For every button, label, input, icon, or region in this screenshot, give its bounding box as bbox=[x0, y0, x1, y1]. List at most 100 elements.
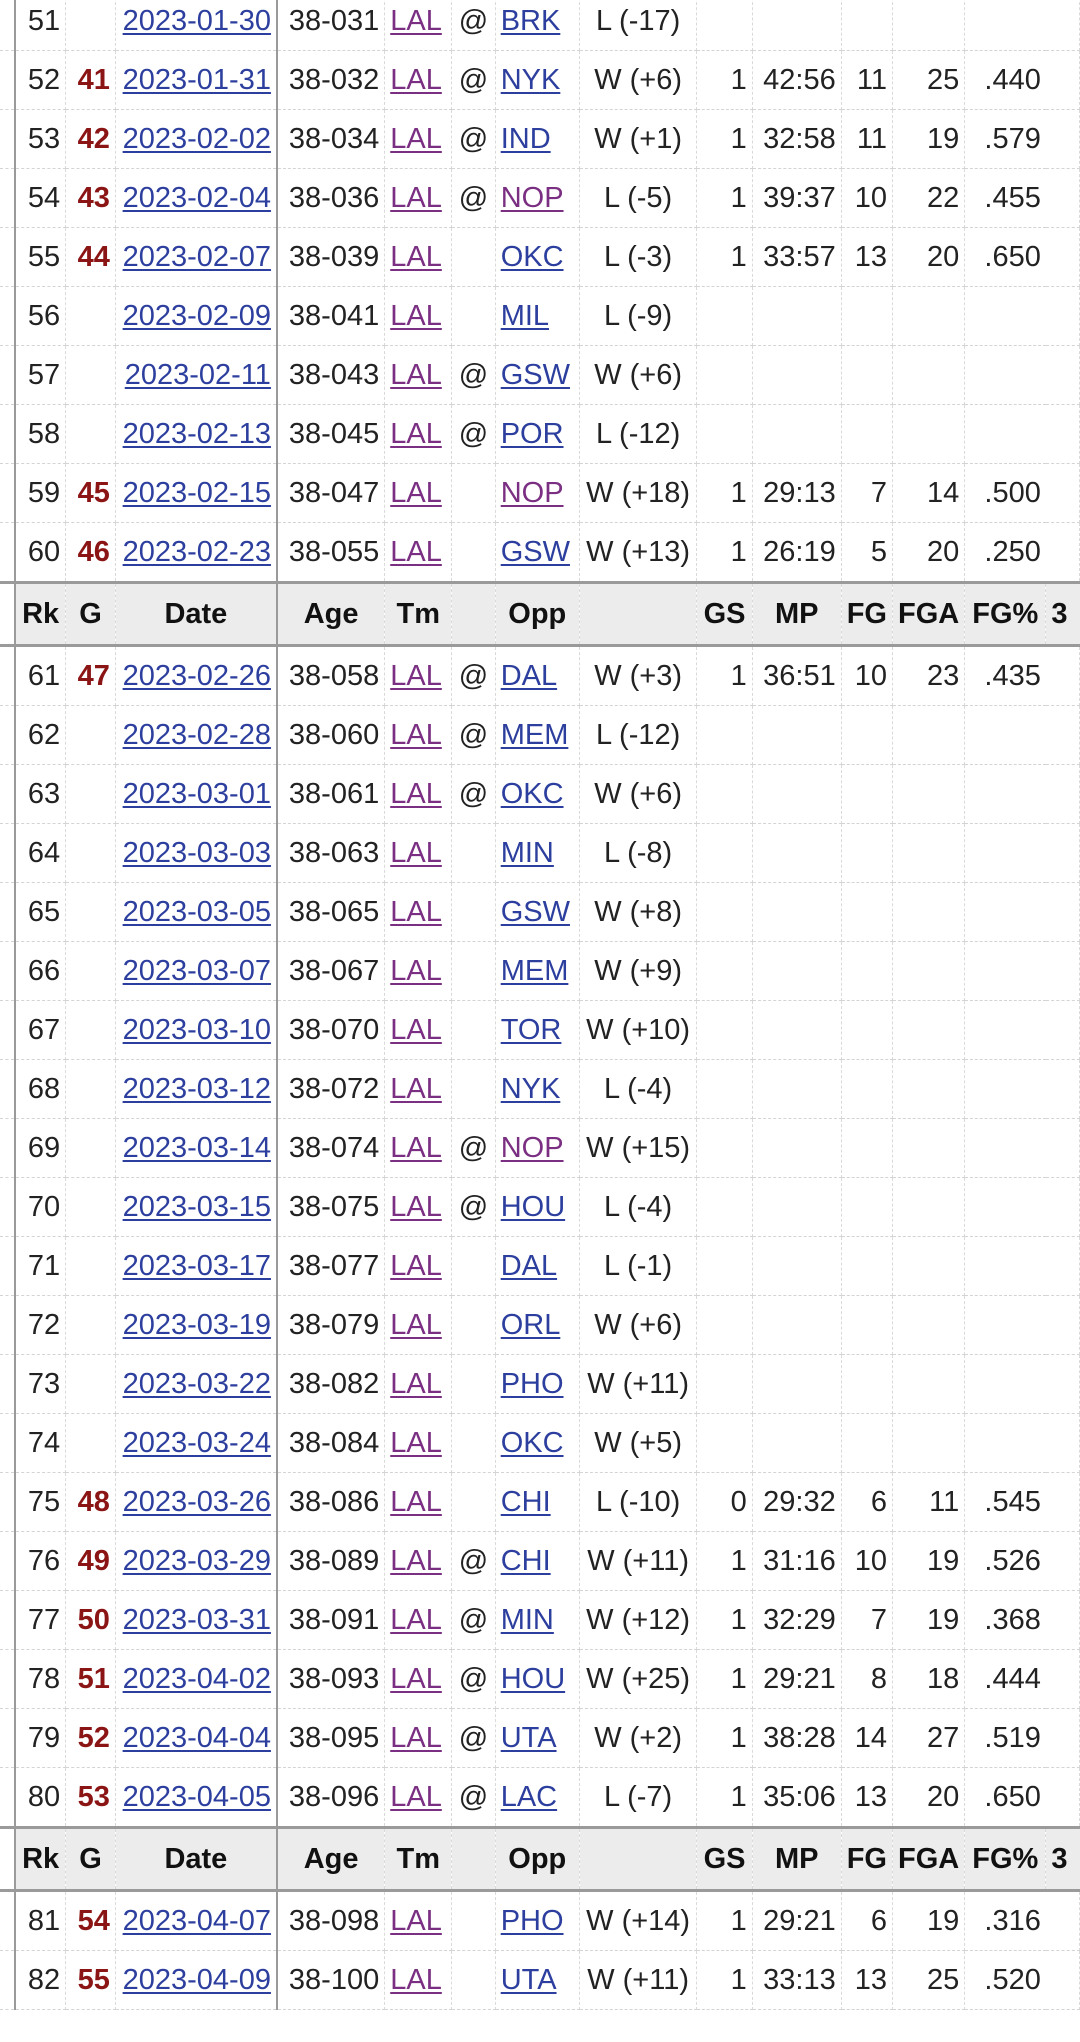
team-link[interactable]: LAL bbox=[390, 536, 442, 568]
date-link[interactable]: 2023-03-07 bbox=[123, 955, 271, 987]
header-g[interactable]: G bbox=[65, 1826, 116, 1892]
team-link[interactable]: LAL bbox=[390, 1722, 442, 1754]
header-date[interactable]: Date bbox=[115, 581, 278, 647]
header-date[interactable]: Date bbox=[115, 1826, 278, 1892]
header-opp[interactable]: Opp bbox=[495, 581, 580, 647]
opponent-link[interactable]: ORL bbox=[501, 1309, 561, 1341]
date-link[interactable]: 2023-02-23 bbox=[123, 536, 271, 568]
header-tm[interactable]: Tm bbox=[384, 1826, 453, 1892]
opponent-link[interactable]: TOR bbox=[501, 1014, 562, 1046]
opponent-link[interactable]: MEM bbox=[501, 719, 569, 751]
opponent-link[interactable]: UTA bbox=[501, 1722, 557, 1754]
opponent-link[interactable]: CHI bbox=[501, 1486, 551, 1518]
header-fg[interactable]: FG bbox=[841, 1826, 893, 1892]
date-link[interactable]: 2023-03-03 bbox=[123, 837, 271, 869]
team-link[interactable]: LAL bbox=[390, 1604, 442, 1636]
date-link[interactable]: 2023-03-19 bbox=[123, 1309, 271, 1341]
opponent-link[interactable]: MIN bbox=[501, 837, 554, 869]
date-link[interactable]: 2023-01-30 bbox=[123, 5, 271, 37]
team-link[interactable]: LAL bbox=[390, 64, 442, 96]
header-gs[interactable]: GS bbox=[696, 1826, 753, 1892]
team-link[interactable]: LAL bbox=[390, 660, 442, 692]
team-link[interactable]: LAL bbox=[390, 1368, 442, 1400]
date-link[interactable]: 2023-04-04 bbox=[123, 1722, 271, 1754]
date-link[interactable]: 2023-04-09 bbox=[123, 1964, 271, 1996]
team-link[interactable]: LAL bbox=[390, 1905, 442, 1937]
date-link[interactable]: 2023-03-14 bbox=[123, 1132, 271, 1164]
opponent-link[interactable]: OKC bbox=[501, 1427, 564, 1459]
header-3p-truncated[interactable]: 3 bbox=[1045, 1826, 1080, 1892]
header-mp[interactable]: MP bbox=[752, 581, 842, 647]
team-link[interactable]: LAL bbox=[390, 719, 442, 751]
team-link[interactable]: LAL bbox=[390, 1191, 442, 1223]
date-link[interactable]: 2023-02-28 bbox=[123, 719, 271, 751]
opponent-link[interactable]: GSW bbox=[501, 536, 570, 568]
header-fgp[interactable]: FG% bbox=[964, 581, 1047, 647]
opponent-link[interactable]: NYK bbox=[501, 1073, 561, 1105]
opponent-link[interactable]: MIN bbox=[501, 1604, 554, 1636]
team-link[interactable]: LAL bbox=[390, 955, 442, 987]
date-link[interactable]: 2023-03-12 bbox=[123, 1073, 271, 1105]
opponent-link[interactable]: OKC bbox=[501, 241, 564, 273]
date-link[interactable]: 2023-04-02 bbox=[123, 1663, 271, 1695]
date-link[interactable]: 2023-02-02 bbox=[123, 123, 271, 155]
opponent-link[interactable]: NOP bbox=[501, 477, 564, 509]
header-tm[interactable]: Tm bbox=[384, 581, 453, 647]
team-link[interactable]: LAL bbox=[390, 1073, 442, 1105]
opponent-link[interactable]: HOU bbox=[501, 1663, 565, 1695]
team-link[interactable]: LAL bbox=[390, 1964, 442, 1996]
team-link[interactable]: LAL bbox=[390, 5, 442, 37]
date-link[interactable]: 2023-03-26 bbox=[123, 1486, 271, 1518]
opponent-link[interactable]: PHO bbox=[501, 1368, 564, 1400]
opponent-link[interactable]: GSW bbox=[501, 359, 570, 391]
team-link[interactable]: LAL bbox=[390, 123, 442, 155]
header-3p-truncated[interactable]: 3 bbox=[1045, 581, 1080, 647]
team-link[interactable]: LAL bbox=[390, 1014, 442, 1046]
date-link[interactable]: 2023-04-07 bbox=[123, 1905, 271, 1937]
date-link[interactable]: 2023-02-04 bbox=[123, 182, 271, 214]
team-link[interactable]: LAL bbox=[390, 1663, 442, 1695]
header-gs[interactable]: GS bbox=[696, 581, 753, 647]
date-link[interactable]: 2023-02-07 bbox=[123, 241, 271, 273]
date-link[interactable]: 2023-02-11 bbox=[125, 359, 271, 391]
opponent-link[interactable]: OKC bbox=[501, 778, 564, 810]
date-link[interactable]: 2023-03-24 bbox=[123, 1427, 271, 1459]
team-link[interactable]: LAL bbox=[390, 182, 442, 214]
team-link[interactable]: LAL bbox=[390, 418, 442, 450]
opponent-link[interactable]: MEM bbox=[501, 955, 569, 987]
opponent-link[interactable]: HOU bbox=[501, 1191, 565, 1223]
opponent-link[interactable]: POR bbox=[501, 418, 564, 450]
date-link[interactable]: 2023-02-15 bbox=[123, 477, 271, 509]
opponent-link[interactable]: UTA bbox=[501, 1964, 557, 1996]
opponent-link[interactable]: MIL bbox=[501, 300, 549, 332]
header-age[interactable]: Age bbox=[276, 581, 386, 647]
opponent-link[interactable]: BRK bbox=[501, 5, 561, 37]
opponent-link[interactable]: DAL bbox=[501, 660, 557, 692]
opponent-link[interactable]: DAL bbox=[501, 1250, 557, 1282]
date-link[interactable]: 2023-03-22 bbox=[123, 1368, 271, 1400]
team-link[interactable]: LAL bbox=[390, 300, 442, 332]
team-link[interactable]: LAL bbox=[390, 1250, 442, 1282]
header-fga[interactable]: FGA bbox=[892, 581, 966, 647]
team-link[interactable]: LAL bbox=[390, 1427, 442, 1459]
header-rk[interactable]: Rk bbox=[15, 1826, 67, 1892]
opponent-link[interactable]: PHO bbox=[501, 1905, 564, 1937]
team-link[interactable]: LAL bbox=[390, 837, 442, 869]
date-link[interactable]: 2023-02-13 bbox=[123, 418, 271, 450]
opponent-link[interactable]: GSW bbox=[501, 896, 570, 928]
header-fg[interactable]: FG bbox=[841, 581, 893, 647]
date-link[interactable]: 2023-01-31 bbox=[123, 64, 271, 96]
opponent-link[interactable]: IND bbox=[501, 123, 551, 155]
date-link[interactable]: 2023-03-29 bbox=[123, 1545, 271, 1577]
header-age[interactable]: Age bbox=[276, 1826, 386, 1892]
team-link[interactable]: LAL bbox=[390, 1781, 442, 1813]
team-link[interactable]: LAL bbox=[390, 1486, 442, 1518]
date-link[interactable]: 2023-04-05 bbox=[123, 1781, 271, 1813]
team-link[interactable]: LAL bbox=[390, 477, 442, 509]
opponent-link[interactable]: CHI bbox=[501, 1545, 551, 1577]
date-link[interactable]: 2023-02-09 bbox=[123, 300, 271, 332]
date-link[interactable]: 2023-03-17 bbox=[123, 1250, 271, 1282]
header-rk[interactable]: Rk bbox=[15, 581, 67, 647]
header-g[interactable]: G bbox=[65, 581, 116, 647]
team-link[interactable]: LAL bbox=[390, 1132, 442, 1164]
